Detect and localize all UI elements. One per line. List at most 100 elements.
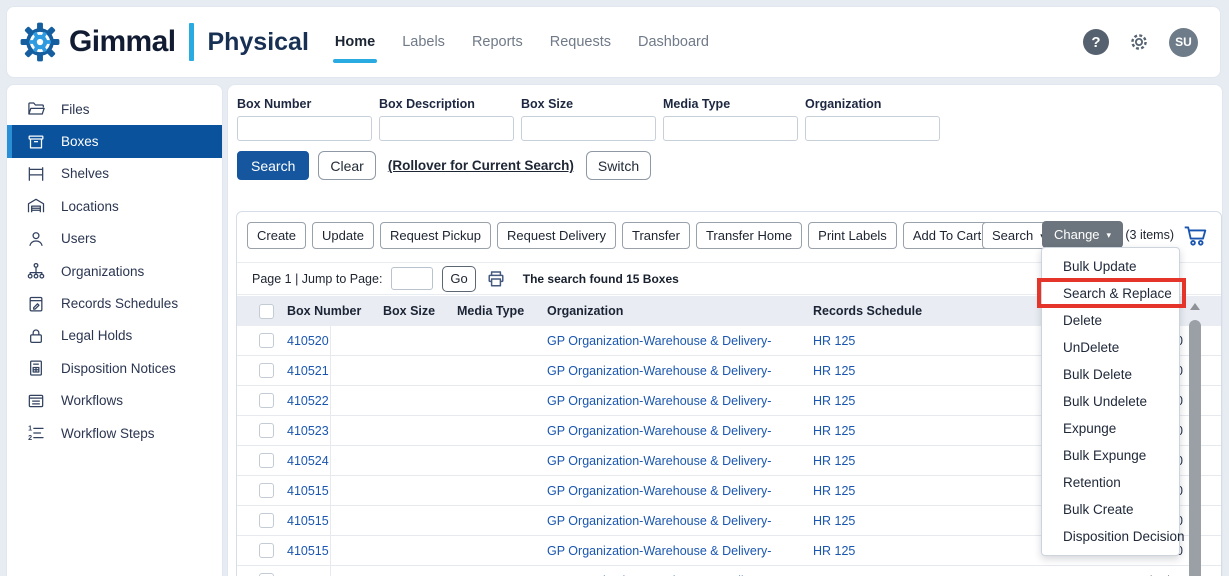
- frozen-column-divider: [330, 326, 331, 576]
- sidebar-item[interactable]: Workflows: [7, 385, 222, 417]
- rollover-current-search-link[interactable]: (Rollover for Current Search): [388, 158, 574, 173]
- nav-item[interactable]: Requests: [550, 30, 611, 54]
- box-number-link[interactable]: 410515: [287, 484, 329, 498]
- toolbar-button[interactable]: Print Labels: [808, 222, 897, 249]
- sidebar-item[interactable]: Files: [7, 93, 222, 125]
- records-schedule-link[interactable]: HR 125: [807, 454, 1065, 468]
- search-field-input[interactable]: [237, 116, 372, 141]
- search-button[interactable]: Search: [237, 151, 309, 180]
- toolbar-button[interactable]: Create: [247, 222, 306, 249]
- change-menu-item[interactable]: Bulk Create: [1042, 496, 1179, 523]
- column-header-box-number[interactable]: Box Number: [281, 304, 377, 318]
- column-header-organization[interactable]: Organization: [541, 304, 807, 318]
- row-checkbox[interactable]: [259, 423, 274, 438]
- sidebar-item-label: Records Schedules: [61, 296, 178, 311]
- sidebar-item[interactable]: Workflow Steps: [7, 417, 222, 449]
- row-checkbox[interactable]: [259, 333, 274, 348]
- change-menu-item[interactable]: Retention: [1042, 469, 1179, 496]
- toolbar-button[interactable]: Update: [312, 222, 374, 249]
- search-field-input[interactable]: [663, 116, 798, 141]
- search-field-input[interactable]: [521, 116, 656, 141]
- toolbar-button[interactable]: Request Pickup: [380, 222, 491, 249]
- sidebar-item-icon: [26, 423, 46, 443]
- search-field: Box Description: [379, 97, 514, 141]
- records-schedule-link[interactable]: HR 125: [807, 424, 1065, 438]
- search-field: Box Size: [521, 97, 656, 141]
- change-menu-item[interactable]: Expunge: [1042, 415, 1179, 442]
- organization-link[interactable]: GP Organization-Warehouse & Delivery-: [541, 424, 807, 438]
- organization-link[interactable]: GP Organization-Warehouse & Delivery-: [541, 364, 807, 378]
- sidebar-item[interactable]: Boxes: [7, 125, 222, 157]
- records-schedule-link[interactable]: HR 125: [807, 514, 1065, 528]
- help-icon[interactable]: ?: [1083, 29, 1109, 55]
- toolbar-button[interactable]: Request Delivery: [497, 222, 616, 249]
- toolbar-button[interactable]: Transfer Home: [696, 222, 802, 249]
- nav-item[interactable]: Home: [335, 30, 375, 54]
- records-schedule-link[interactable]: HR 125: [807, 484, 1065, 498]
- box-number-link[interactable]: 410515: [287, 544, 329, 558]
- records-schedule-link[interactable]: HR 125: [807, 544, 1065, 558]
- change-menu-item[interactable]: Bulk Update: [1042, 253, 1179, 280]
- row-checkbox[interactable]: [259, 453, 274, 468]
- row-checkbox[interactable]: [259, 363, 274, 378]
- organization-link[interactable]: GP Organization-Warehouse & Delivery-: [541, 454, 807, 468]
- box-number-link[interactable]: 410524: [287, 454, 329, 468]
- jump-to-page-input[interactable]: [391, 267, 433, 290]
- row-checkbox[interactable]: [259, 513, 274, 528]
- change-button[interactable]: Change: [1042, 221, 1123, 248]
- search-field-input[interactable]: [805, 116, 940, 141]
- sidebar-item[interactable]: Organizations: [7, 255, 222, 287]
- row-checkbox[interactable]: [259, 393, 274, 408]
- nav-item[interactable]: Dashboard: [638, 30, 709, 54]
- records-schedule-link[interactable]: HR 125: [807, 364, 1065, 378]
- change-menu-item[interactable]: Bulk Expunge: [1042, 442, 1179, 469]
- scroll-up-arrow-icon[interactable]: [1190, 303, 1200, 310]
- records-schedule-link[interactable]: HR 125: [807, 334, 1065, 348]
- sidebar-item-label: Files: [61, 102, 90, 117]
- scrollbar-thumb[interactable]: [1189, 320, 1201, 576]
- search-field-input[interactable]: [379, 116, 514, 141]
- organization-link[interactable]: GP Organization-Warehouse & Delivery-: [541, 334, 807, 348]
- user-avatar[interactable]: SU: [1169, 28, 1198, 57]
- change-menu-item[interactable]: Bulk Undelete: [1042, 388, 1179, 415]
- sidebar-item[interactable]: Records Schedules: [7, 287, 222, 319]
- column-header-records-schedule[interactable]: Records Schedule: [807, 304, 1065, 318]
- box-number-link[interactable]: 410521: [287, 364, 329, 378]
- organization-link[interactable]: GP Organization-Warehouse & Delivery-: [541, 484, 807, 498]
- sidebar-item[interactable]: Users: [7, 223, 222, 255]
- shopping-cart-icon[interactable]: [1181, 222, 1209, 248]
- box-number-link[interactable]: 410523: [287, 424, 329, 438]
- row-checkbox[interactable]: [259, 483, 274, 498]
- select-all-checkbox[interactable]: [259, 304, 274, 319]
- sidebar-item-label: Legal Holds: [61, 328, 132, 343]
- switch-button[interactable]: Switch: [586, 151, 651, 180]
- clear-button[interactable]: Clear: [318, 151, 375, 180]
- change-menu-item[interactable]: Delete: [1042, 307, 1179, 334]
- change-menu-item[interactable]: Disposition Decision: [1042, 523, 1179, 550]
- organization-link[interactable]: GP Organization-Warehouse & Delivery-: [541, 514, 807, 528]
- box-number-link[interactable]: 410522: [287, 394, 329, 408]
- printer-icon[interactable]: [485, 268, 507, 290]
- change-menu-item[interactable]: Bulk Delete: [1042, 361, 1179, 388]
- sidebar-item[interactable]: Locations: [7, 190, 222, 222]
- nav-item[interactable]: Reports: [472, 30, 523, 54]
- go-button[interactable]: Go: [442, 266, 475, 292]
- column-header-box-size[interactable]: Box Size: [377, 304, 451, 318]
- change-dropdown-menu: Bulk Update Search & Replace Delete UnDe…: [1041, 247, 1180, 556]
- row-checkbox[interactable]: [259, 543, 274, 558]
- column-header-media-type[interactable]: Media Type: [451, 304, 541, 318]
- sidebar-item[interactable]: Disposition Notices: [7, 352, 222, 384]
- organization-link[interactable]: GP Organization-Warehouse & Delivery-: [541, 394, 807, 408]
- organization-link[interactable]: GP Organization-Warehouse & Delivery-: [541, 544, 807, 558]
- box-number-link[interactable]: 410515: [287, 514, 329, 528]
- toolbar-button[interactable]: Transfer: [622, 222, 690, 249]
- sidebar-item[interactable]: Legal Holds: [7, 320, 222, 352]
- nav-item[interactable]: Labels: [402, 30, 445, 54]
- records-schedule-link[interactable]: HR 125: [807, 394, 1065, 408]
- change-menu-item[interactable]: Search & Replace: [1042, 280, 1179, 307]
- brand-name: Gimmal: [69, 25, 175, 59]
- settings-gear-icon[interactable]: [1126, 29, 1152, 55]
- sidebar-item[interactable]: Shelves: [7, 158, 222, 190]
- box-number-link[interactable]: 410520: [287, 334, 329, 348]
- change-menu-item[interactable]: UnDelete: [1042, 334, 1179, 361]
